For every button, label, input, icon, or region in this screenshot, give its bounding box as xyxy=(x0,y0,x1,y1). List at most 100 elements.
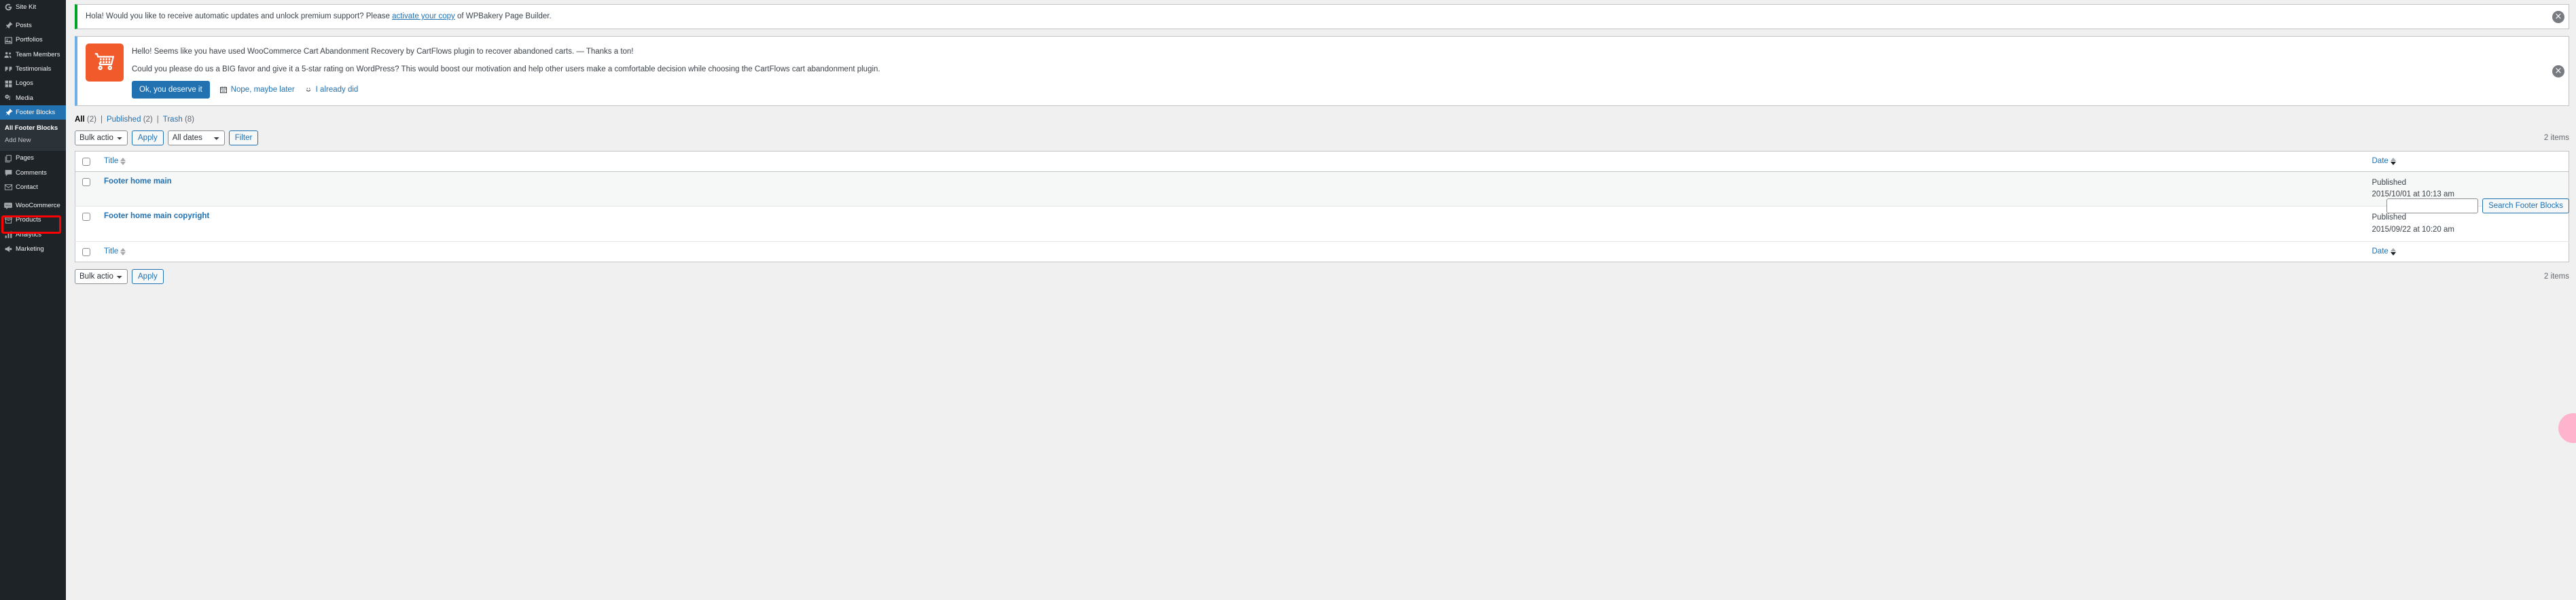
apply-button-bottom[interactable]: Apply xyxy=(132,268,164,284)
table-row: Footer home main copyright Published 201… xyxy=(75,206,2569,242)
sidebar-item-label: WooCommerce xyxy=(16,202,60,210)
filter-trash: Trash (8) xyxy=(163,116,194,124)
search-footer-blocks-button[interactable]: Search Footer Blocks xyxy=(2482,198,2569,213)
sort-by-title-link[interactable]: Title xyxy=(104,157,118,165)
submenu-item-add-new[interactable]: Add New xyxy=(0,135,66,147)
search-box: Search Footer Blocks xyxy=(2386,198,2569,213)
sidebar-item-label: Contact xyxy=(16,183,38,191)
sidebar-item-site-kit[interactable]: Site Kit xyxy=(0,0,66,14)
select-all-header xyxy=(75,151,97,172)
megaphone-icon xyxy=(3,245,13,254)
sidebar-item-analytics[interactable]: Analytics xyxy=(0,228,66,242)
activate-your-copy-link[interactable]: activate your copy xyxy=(392,12,455,20)
sort-by-date-link-bottom[interactable]: Date xyxy=(2372,247,2389,255)
sidebar-item-contact[interactable]: Contact xyxy=(0,180,66,194)
filter-all-count: (2) xyxy=(86,115,96,124)
sort-indicator-title[interactable] xyxy=(120,157,126,165)
users-icon xyxy=(3,50,13,60)
support-chat-bubble[interactable] xyxy=(2558,413,2576,443)
sidebar-item-woocommerce[interactable]: Woo WooCommerce xyxy=(0,198,66,213)
displaying-num-bottom: 2 items xyxy=(2543,272,2569,281)
sidebar-item-testimonials[interactable]: Testimonials xyxy=(0,62,66,76)
bulk-actions-select-top[interactable]: Bulk actions xyxy=(75,130,128,145)
filter-button[interactable]: Filter xyxy=(228,130,259,145)
date-filter-select[interactable]: All dates xyxy=(167,130,225,145)
wpbakery-notice: Hola! Would you like to receive automati… xyxy=(75,4,2569,30)
sidebar-item-label: Site Kit xyxy=(16,3,37,11)
filter-trash-link[interactable]: Trash xyxy=(163,116,183,124)
sidebar-item-team-members[interactable]: Team Members xyxy=(0,48,66,62)
sort-by-title-link-bottom[interactable]: Title xyxy=(104,247,118,255)
sidebar-item-label: Media xyxy=(16,94,33,102)
wpbakery-notice-text-after: of WPBakery Page Builder. xyxy=(454,12,552,20)
pages-icon xyxy=(3,154,13,163)
smiley-icon xyxy=(304,86,312,94)
product-box-icon xyxy=(3,215,13,225)
close-icon[interactable]: × xyxy=(2552,65,2564,77)
row-title-cell: Footer home main xyxy=(97,171,2365,207)
row-title-link[interactable]: Footer home main xyxy=(104,177,172,186)
apply-button-top[interactable]: Apply xyxy=(132,130,164,145)
row-checkbox[interactable] xyxy=(82,213,90,222)
sidebar-item-label: Comments xyxy=(16,169,47,177)
search-input[interactable] xyxy=(2386,198,2479,213)
bulk-actions-select-bottom[interactable]: Bulk actions xyxy=(75,268,128,284)
sidebar-item-media[interactable]: Media xyxy=(0,91,66,105)
table-footer-row: Title Date xyxy=(75,241,2569,262)
submenu-item-all-footer-blocks[interactable]: All Footer Blocks xyxy=(0,122,66,135)
close-icon[interactable]: × xyxy=(2552,10,2564,23)
wpbakery-notice-text: Hola! Would you like to receive automati… xyxy=(86,11,2560,22)
cartflows-notice-actions: Ok, you deserve it Nope, maybe later I a… xyxy=(132,80,2560,99)
sidebar-item-posts[interactable]: Posts xyxy=(0,18,66,33)
column-header-date[interactable]: Date xyxy=(2365,151,2569,172)
sidebar-item-label: Portfolios xyxy=(16,36,43,44)
column-footer-date[interactable]: Date xyxy=(2365,241,2569,262)
sidebar-item-label: Products xyxy=(16,216,41,224)
svg-text:Woo: Woo xyxy=(5,205,11,207)
row-title-link[interactable]: Footer home main copyright xyxy=(104,212,209,220)
sidebar-item-footer-blocks[interactable]: Footer Blocks xyxy=(0,105,66,120)
filter-published-link[interactable]: Published xyxy=(107,116,141,124)
filter-separator: | xyxy=(100,115,103,124)
admin-sidebar: Site Kit Posts Portfolios Team Members T… xyxy=(0,0,66,600)
row-checkbox[interactable] xyxy=(82,177,90,186)
select-all-checkbox-bottom[interactable] xyxy=(82,247,90,256)
sidebar-item-label: Analytics xyxy=(16,230,42,239)
select-all-checkbox-top[interactable] xyxy=(82,157,90,166)
envelope-icon xyxy=(3,183,13,192)
sidebar-item-comments[interactable]: Comments xyxy=(0,166,66,180)
ok-you-deserve-it-button[interactable]: Ok, you deserve it xyxy=(132,80,210,99)
pin-icon xyxy=(3,108,13,118)
sidebar-item-logos[interactable]: Logos xyxy=(0,76,66,90)
i-already-did-label: I already did xyxy=(315,85,359,94)
bar-chart-icon xyxy=(3,230,13,240)
filter-all-link[interactable]: All xyxy=(75,116,85,124)
sidebar-item-marketing[interactable]: Marketing xyxy=(0,242,66,256)
filter-all: All (2) xyxy=(75,116,96,124)
sidebar-item-products[interactable]: Products xyxy=(0,213,66,228)
sidebar-item-label: Testimonials xyxy=(16,65,52,73)
column-header-title[interactable]: Title xyxy=(97,151,2365,172)
sidebar-item-label: Team Members xyxy=(16,50,60,58)
quote-icon xyxy=(3,65,13,74)
sort-indicator-title-bottom[interactable] xyxy=(120,247,126,255)
image-icon xyxy=(3,35,13,45)
filter-separator: | xyxy=(156,115,159,124)
footer-blocks-table: Title Date Footer home main Published 20… xyxy=(75,150,2569,262)
grid-icon xyxy=(3,79,13,88)
filter-published-count: (2) xyxy=(143,115,153,124)
footer-blocks-submenu: All Footer Blocks Add New xyxy=(0,120,66,152)
sidebar-item-pages[interactable]: Pages xyxy=(0,151,66,165)
sidebar-item-label: Footer Blocks xyxy=(16,108,56,116)
row-checkbox-cell xyxy=(75,206,97,242)
table-head: Title Date xyxy=(75,151,2569,172)
media-icon xyxy=(3,93,13,103)
row-status: Published xyxy=(2372,213,2407,222)
nope-maybe-later-link[interactable]: Nope, maybe later xyxy=(219,86,295,94)
i-already-did-link[interactable]: I already did xyxy=(304,85,359,94)
sort-by-date-link[interactable]: Date xyxy=(2372,157,2389,165)
sort-indicator-date-bottom[interactable] xyxy=(2390,247,2396,255)
sidebar-item-portfolios[interactable]: Portfolios xyxy=(0,33,66,48)
sort-indicator-date[interactable] xyxy=(2390,157,2396,165)
column-footer-title[interactable]: Title xyxy=(97,241,2365,262)
